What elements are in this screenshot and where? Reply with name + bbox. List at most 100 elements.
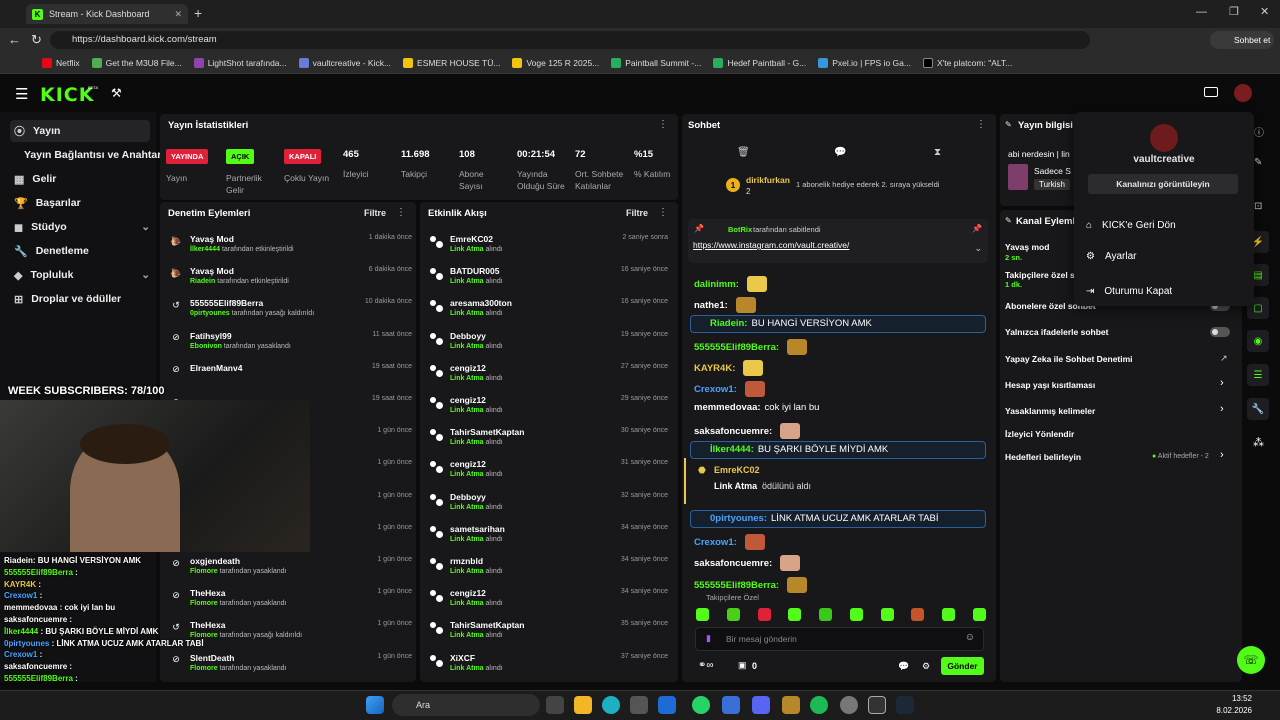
- event-row[interactable]: EmreKC02 Link Atma alındı 2 saniye sonra: [428, 232, 668, 264]
- whatsapp-icon[interactable]: [692, 696, 710, 714]
- emote-icon[interactable]: [726, 608, 740, 621]
- ai-moderation-label[interactable]: Yapay Zeka ile Sohbet Denetimi: [1005, 354, 1133, 364]
- chat-input[interactable]: ▮ Bir mesaj gönderin ☺: [695, 627, 984, 651]
- chat-menu-icon[interactable]: 💬: [898, 661, 909, 672]
- bookmark[interactable]: Netflix: [36, 57, 86, 68]
- view-channel-button[interactable]: Kanalınızı görüntüleyin: [1088, 174, 1238, 194]
- bookmark[interactable]: Pxel.io | FPS io Ga...: [812, 57, 917, 68]
- event-row[interactable]: Debboyy Link Atma alındı 19 saniye önce: [428, 329, 668, 361]
- broadcast-icon[interactable]: ◉: [1247, 330, 1269, 352]
- maximize-icon[interactable]: ❐: [1229, 5, 1239, 18]
- chat-message[interactable]: Riadein: BU HANGİ VERSİYON AMK: [710, 318, 872, 329]
- app-icon[interactable]: [782, 696, 800, 714]
- pinned-link[interactable]: https://www.instagram.com/vault.creative…: [693, 240, 849, 250]
- close-window-icon[interactable]: ✕: [1260, 5, 1269, 18]
- chevron-right-icon[interactable]: ›: [1220, 377, 1224, 389]
- hourglass-icon[interactable]: ⧗: [934, 147, 941, 158]
- unpin-icon[interactable]: 📌: [972, 224, 982, 233]
- more-icon[interactable]: ⋮: [658, 119, 668, 130]
- help-button[interactable]: ☏: [1237, 646, 1265, 674]
- edit-pencil-icon[interactable]: ✎: [1254, 157, 1262, 168]
- chat-message[interactable]: 555555Elif89Berra:: [694, 339, 808, 355]
- mail-icon[interactable]: [658, 696, 676, 714]
- copilot-button[interactable]: Sohbet et: [1210, 31, 1274, 49]
- chat-message[interactable]: 555555Elif89Berra:: [694, 577, 808, 593]
- list-icon[interactable]: ☰: [1247, 364, 1269, 386]
- wrench-icon[interactable]: 🔧: [1247, 398, 1269, 420]
- event-row[interactable]: cengiz12 Link Atma alındı 29 saniye önce: [428, 393, 668, 425]
- goals-label[interactable]: Hedefleri belirleyin: [1005, 452, 1081, 462]
- more-icon[interactable]: ⋮: [396, 207, 406, 218]
- mod-action-row[interactable]: ⊘ Fatihsyl99 Ebonivon tarafından yasakla…: [168, 329, 412, 361]
- raid-label[interactable]: İzleyici Yönlendir: [1005, 429, 1074, 439]
- bookmark[interactable]: LightShot tarafında...: [188, 57, 293, 68]
- loyalty-icon[interactable]: ⚭∞: [698, 660, 714, 671]
- mod-action-row[interactable]: ↺ 555555Elif89Berra 0pirtyounes tarafınd…: [168, 296, 412, 328]
- chevron-right-icon[interactable]: ›: [1220, 403, 1224, 415]
- emote-icon[interactable]: [942, 608, 956, 621]
- filter-button[interactable]: Filtre: [364, 208, 386, 218]
- chat-message[interactable]: saksafoncuemre:: [694, 555, 801, 571]
- more-icon[interactable]: ⋮: [976, 119, 986, 130]
- edge-icon[interactable]: [602, 696, 620, 714]
- chat-message[interactable]: memmedovaa: cok iyi lan bu: [694, 402, 819, 413]
- event-row[interactable]: sametsarihan Link Atma alındı 34 saniye …: [428, 522, 668, 554]
- sidebar-item-achievements[interactable]: 🏆 Başarılar: [10, 192, 150, 214]
- event-row[interactable]: cengiz12 Link Atma alındı 27 saniye önce: [428, 361, 668, 393]
- event-row[interactable]: cengiz12 Link Atma alındı 34 saniye önce: [428, 586, 668, 618]
- url-input[interactable]: https://dashboard.kick.com/stream: [50, 31, 1090, 49]
- bookmark[interactable]: Hedef Paintball - G...: [707, 57, 812, 68]
- logout-item[interactable]: ⇥ Oturumu Kapat: [1086, 286, 1172, 297]
- sidebar-item-drops[interactable]: ⊞ Droplar ve ödüller: [10, 288, 150, 310]
- account-age-label[interactable]: Hesap yaşı kısıtlaması: [1005, 380, 1095, 390]
- chat-bubble-icon[interactable]: 💬: [834, 147, 846, 158]
- sidebar-item-studio[interactable]: ◼ Stüdyo ⌄: [10, 216, 150, 238]
- emote-icon[interactable]: [911, 608, 925, 621]
- chat-message[interactable]: Crexow1:: [694, 381, 765, 397]
- chat-message[interactable]: dalinimm:: [694, 276, 767, 292]
- mod-action-row[interactable]: ⊘ ElraenManv4 19 saat önce: [168, 361, 412, 393]
- external-link-icon[interactable]: ↗: [1220, 353, 1228, 364]
- emoji-icon[interactable]: ☺: [965, 632, 975, 643]
- tools-icon[interactable]: ⚒: [111, 86, 122, 100]
- bookmark[interactable]: X'te platcom: "ALT...: [917, 57, 1018, 68]
- mod-view-icon[interactable]: [1204, 87, 1218, 97]
- chat-message[interactable]: nathe1:: [694, 297, 756, 313]
- event-row[interactable]: BATDUR005 Link Atma alındı 16 saniye önc…: [428, 264, 668, 296]
- steam-icon[interactable]: [896, 696, 914, 714]
- task-view-icon[interactable]: [546, 696, 564, 714]
- back-icon[interactable]: ←: [8, 32, 21, 47]
- sidebar-item-stream[interactable]: ⦿ Yayın: [10, 120, 150, 142]
- mod-action-row[interactable]: 🐌 Yavaş Mod İlker4444 tarafından etkinle…: [168, 232, 412, 264]
- avatar[interactable]: [1234, 84, 1252, 102]
- windows-start-icon[interactable]: [366, 696, 384, 714]
- back-to-kick-item[interactable]: ⌂ KICK'e Geri Dön: [1086, 220, 1176, 231]
- bookmark[interactable]: vaultcreative - Kick...: [293, 57, 397, 68]
- sidebar-item-stream-key[interactable]: Yayın Bağlantısı ve Anahtarı: [20, 144, 164, 166]
- app-icon[interactable]: [722, 696, 740, 714]
- chat-message[interactable]: KAYR4K:: [694, 360, 764, 376]
- chat-message[interactable]: Crexow1:: [694, 534, 765, 550]
- sidebar-item-revenue[interactable]: ▦ Gelir: [10, 168, 150, 190]
- event-row[interactable]: cengiz12 Link Atma alındı 31 saniye önce: [428, 457, 668, 489]
- discord-icon[interactable]: [752, 696, 770, 714]
- share-icon[interactable]: ⁂: [1253, 436, 1264, 449]
- emote-only-toggle[interactable]: [1210, 327, 1230, 337]
- reload-icon[interactable]: ↻: [31, 32, 42, 48]
- event-row[interactable]: TahirSametKaptan Link Atma alındı 30 san…: [428, 425, 668, 457]
- emote-icon[interactable]: [757, 608, 771, 621]
- banned-words-label[interactable]: Yasaklanmış kelimeler: [1005, 406, 1095, 416]
- settings-item[interactable]: ⚙ Ayarlar: [1086, 251, 1136, 262]
- chat-message[interactable]: 0pirtyounes: LİNK ATMA UCUZ AMK ATARLAR T…: [710, 513, 939, 524]
- mod-action-row[interactable]: 🐌 Yavaş Mod Riadein tarafından etkinleşt…: [168, 264, 412, 296]
- sidebar-item-community[interactable]: ◆ Topluluk ⌄: [10, 264, 150, 286]
- event-row[interactable]: aresama300ton Link Atma alındı 16 saniye…: [428, 296, 668, 328]
- taskbar-search[interactable]: Ara: [392, 694, 540, 716]
- gift-box-icon[interactable]: ▣: [738, 660, 747, 671]
- minimize-icon[interactable]: —: [1196, 6, 1207, 18]
- event-row[interactable]: XiXCF Link Atma alındı 37 saniye önce: [428, 651, 668, 682]
- more-icon[interactable]: ⋮: [658, 207, 668, 218]
- menu-icon[interactable]: ☰: [15, 85, 28, 103]
- new-tab-icon[interactable]: +: [194, 5, 202, 21]
- app-icon[interactable]: [840, 696, 858, 714]
